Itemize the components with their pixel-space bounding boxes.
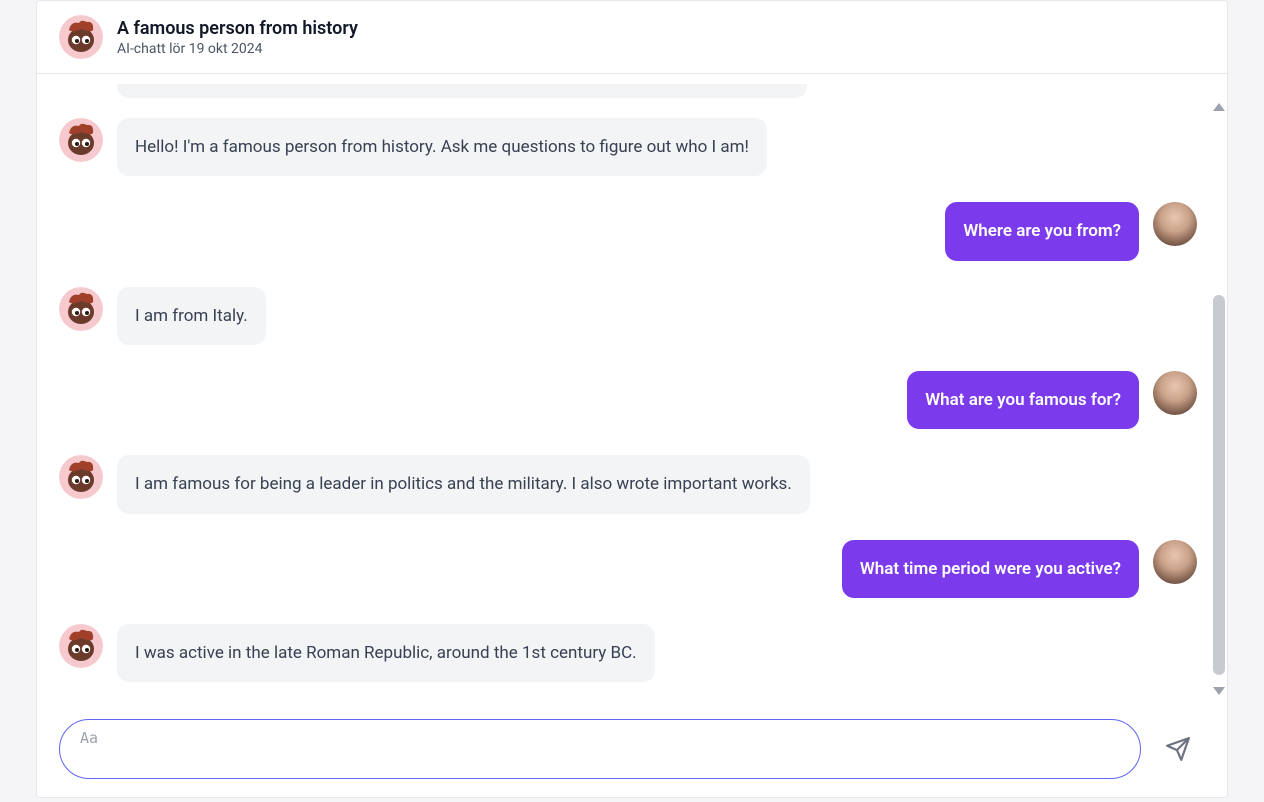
bot-avatar (59, 118, 103, 162)
bot-avatar (59, 287, 103, 331)
bot-message: Hello! I'm a famous person from history.… (117, 118, 767, 176)
message-row: What time period were you active? (59, 540, 1197, 598)
bot-avatar-icon (59, 15, 103, 59)
user-message: Where are you from? (945, 202, 1139, 260)
message-row: I am famous for being a leader in politi… (59, 455, 1197, 513)
scrollbar[interactable] (1210, 100, 1227, 698)
user-avatar (1153, 540, 1197, 584)
bot-avatar-icon (59, 624, 103, 668)
chat-header: A famous person from history AI-chatt lö… (37, 1, 1227, 74)
composer (37, 713, 1227, 797)
scroll-track[interactable] (1213, 111, 1225, 687)
user-avatar (1153, 371, 1197, 415)
bot-message: I am from Italy. (117, 287, 266, 345)
send-icon (1165, 736, 1191, 762)
user-message: What are you famous for? (907, 371, 1139, 429)
bot-message: I was active in the late Roman Republic,… (117, 624, 655, 682)
messages-area: Hello! I'm a famous person from history.… (37, 74, 1227, 713)
scroll-thumb[interactable] (1213, 295, 1225, 675)
subtitle-date: lör 19 okt 2024 (169, 41, 262, 57)
message-row: What are you famous for? (59, 371, 1197, 429)
bot-avatar-icon (59, 118, 103, 162)
user-avatar (1153, 202, 1197, 246)
previous-message-stub (117, 84, 807, 98)
send-button[interactable] (1159, 730, 1197, 768)
scroll-up-icon[interactable] (1213, 103, 1225, 111)
message-row: Hello! I'm a famous person from history.… (59, 118, 1197, 176)
bot-avatar-icon (59, 287, 103, 331)
message-input[interactable] (59, 719, 1141, 779)
chat-card: A famous person from history AI-chatt lö… (36, 0, 1228, 798)
bot-avatar-icon (59, 455, 103, 499)
bot-message: I am famous for being a leader in politi… (117, 455, 810, 513)
scroll-down-icon[interactable] (1213, 687, 1225, 695)
message-row: Where are you from? (59, 202, 1197, 260)
chat-subtitle: AI-chatt lör 19 okt 2024 (117, 41, 358, 57)
subtitle-prefix: AI-chatt (117, 41, 166, 57)
message-row: I am from Italy. (59, 287, 1197, 345)
user-message: What time period were you active? (842, 540, 1139, 598)
bot-avatar (59, 15, 103, 59)
bot-avatar (59, 624, 103, 668)
bot-avatar (59, 455, 103, 499)
message-row: I was active in the late Roman Republic,… (59, 624, 1197, 682)
chat-title: A famous person from history (117, 18, 358, 39)
